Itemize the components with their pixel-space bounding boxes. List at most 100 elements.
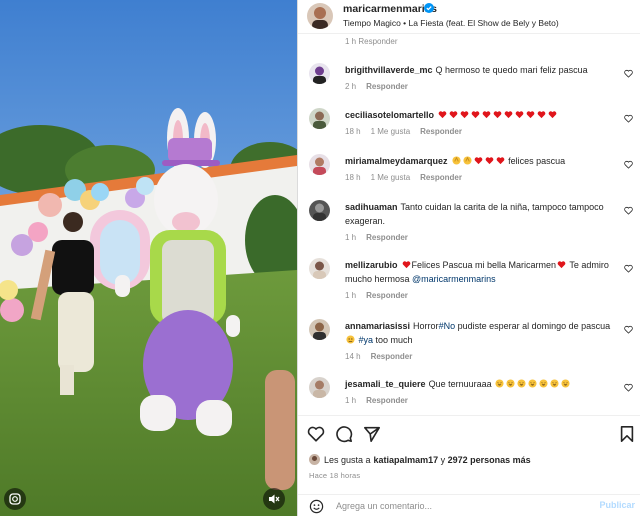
heart-icon[interactable]	[624, 325, 633, 334]
verified-icon	[424, 3, 434, 13]
heart-icon[interactable]	[624, 160, 633, 169]
likes-prefix: Les gusta a	[324, 454, 371, 465]
likes-count[interactable]: 2972 personas más	[448, 455, 531, 465]
reply-button[interactable]: Responder	[366, 291, 408, 300]
comment-username[interactable]: sadihuaman	[345, 202, 398, 212]
heart-emoji-icon	[537, 111, 546, 119]
heart-emoji-row	[437, 110, 558, 120]
avatar[interactable]	[309, 454, 320, 465]
clap-emoji-icon	[462, 156, 472, 165]
laughing-emoji-icon	[561, 379, 570, 388]
heart-icon[interactable]	[624, 206, 633, 215]
heart-emoji-icon	[449, 111, 458, 119]
audio-track-link[interactable]: Tiempo Magico • La Fiesta (feat. El Show…	[343, 18, 559, 28]
comment-likes[interactable]: 1 Me gusta	[371, 173, 411, 182]
heart-icon[interactable]	[624, 114, 633, 123]
avatar[interactable]	[309, 319, 330, 340]
publish-button[interactable]: Publicar	[599, 500, 635, 510]
comment-username[interactable]: annamariasissi	[345, 321, 410, 331]
heart-emoji-icon	[548, 111, 557, 119]
emoji-icon[interactable]	[309, 499, 324, 514]
cut-comment-meta: 1 h Responder	[345, 37, 398, 46]
post-video[interactable]	[0, 0, 297, 516]
comment-content: Horror	[413, 321, 439, 331]
heart-emoji-icon	[474, 157, 482, 165]
heart-emoji-icon	[515, 111, 524, 119]
comment-meta: 1 h Responder	[345, 233, 418, 242]
comment-text: brigithvillaverde_mc Q hermoso te quedo m…	[345, 63, 615, 77]
comment-time: 18 h	[345, 173, 361, 182]
mention-link[interactable]: @maricarmenmarins	[412, 274, 496, 284]
heart-icon[interactable]	[624, 69, 633, 78]
comment-text: miriamalmeydamarquez felices pascua	[345, 154, 615, 168]
reply-button[interactable]: Responder	[366, 82, 408, 91]
hashtag-link[interactable]: #No	[439, 321, 456, 331]
share-icon[interactable]	[363, 425, 381, 443]
post-time: Hace 18 horas	[309, 471, 361, 480]
likes-summary: Les gusta a katiapalmam17 y 2972 persona…	[309, 454, 531, 465]
comment-icon[interactable]	[335, 425, 353, 443]
heart-emoji-icon	[526, 111, 535, 119]
heart-icon[interactable]	[624, 264, 633, 273]
comment-content: felices pascua	[508, 156, 566, 166]
comment-input[interactable]	[336, 498, 586, 514]
comment-meta: 14 h Responder	[345, 352, 422, 361]
author-avatar[interactable]	[307, 3, 333, 29]
heart-emoji-icon	[438, 111, 447, 119]
emoji-group	[494, 379, 571, 389]
comment-text: jesamali_te_quiere Que ternuuraaa	[345, 377, 615, 391]
comment-username[interactable]: miriamalmeydamarquez	[345, 156, 448, 166]
reply-button[interactable]: Responder	[420, 127, 462, 136]
heart-icon[interactable]	[624, 383, 633, 392]
mute-icon[interactable]	[263, 488, 285, 510]
avatar[interactable]	[309, 108, 330, 129]
comment-meta: 2 h Responder	[345, 82, 418, 91]
comment-text: mellizarubio Felices Pascua mi bella Mari…	[345, 258, 615, 286]
comment-content: Que ternuuraaa	[428, 379, 492, 389]
laughing-emoji-icon	[528, 379, 537, 388]
reply-button[interactable]: Responder	[366, 396, 408, 405]
heart-emoji-icon	[496, 157, 504, 165]
laughing-emoji-icon	[517, 379, 526, 388]
author-username[interactable]: maricarmenmarins	[343, 3, 437, 15]
post-header: maricarmenmarins Tiempo Magico • La Fies…	[298, 0, 640, 34]
avatar[interactable]	[309, 154, 330, 175]
avatar[interactable]	[309, 63, 330, 84]
comment-username[interactable]: ceciliasotelomartello	[345, 110, 434, 120]
comment-content: Felices Pascua mi bella Maricarmen	[411, 260, 557, 270]
comment-text: ceciliasotelomartello	[345, 108, 615, 122]
avatar[interactable]	[309, 258, 330, 279]
hashtag-link[interactable]: #ya	[359, 335, 374, 345]
comment-meta: 1 h Responder	[345, 396, 418, 405]
laughing-emoji-icon	[506, 379, 515, 388]
avatar[interactable]	[309, 377, 330, 398]
comment-content: too much	[373, 335, 413, 345]
heart-emoji-icon	[460, 111, 469, 119]
comment-username[interactable]: brigithvillaverde_mc	[345, 65, 433, 75]
comment-likes[interactable]: 1 Me gusta	[371, 127, 411, 136]
post-actions: Les gusta a katiapalmam17 y 2972 persona…	[298, 415, 640, 516]
comment-time: 14 h	[345, 352, 361, 361]
comment-meta: 18 h 1 Me gusta Responder	[345, 173, 472, 182]
comment-time: 1 h	[345, 396, 357, 405]
heart-emoji-icon	[557, 261, 566, 269]
avatar[interactable]	[309, 200, 330, 221]
bookmark-icon[interactable]	[618, 425, 636, 443]
comment-username[interactable]: jesamali_te_quiere	[345, 379, 426, 389]
comments-list[interactable]: 1 h Responder brigithvillaverde_mc Q herm…	[298, 34, 640, 415]
reply-button[interactable]: Responder	[366, 233, 408, 242]
comment-username[interactable]: mellizarubio	[345, 260, 398, 270]
heart-icon[interactable]	[307, 425, 325, 443]
heart-emoji-icon	[485, 157, 493, 165]
emoji-group	[451, 156, 506, 166]
clap-emoji-icon	[451, 156, 461, 165]
heart-emoji-icon	[402, 261, 410, 269]
reply-button[interactable]: Responder	[371, 352, 413, 361]
likes-user[interactable]: katiapalmam17	[374, 455, 439, 465]
comment-meta: 1 h Responder	[345, 291, 418, 300]
comment-content: pudiste esperar al domingo de pascua	[455, 321, 611, 331]
comment-time: 2 h	[345, 82, 357, 91]
laughing-emoji-icon	[495, 379, 504, 388]
reply-button[interactable]: Responder	[420, 173, 462, 182]
comment-text: annamariasissi Horror#No pudiste esperar …	[345, 319, 615, 347]
